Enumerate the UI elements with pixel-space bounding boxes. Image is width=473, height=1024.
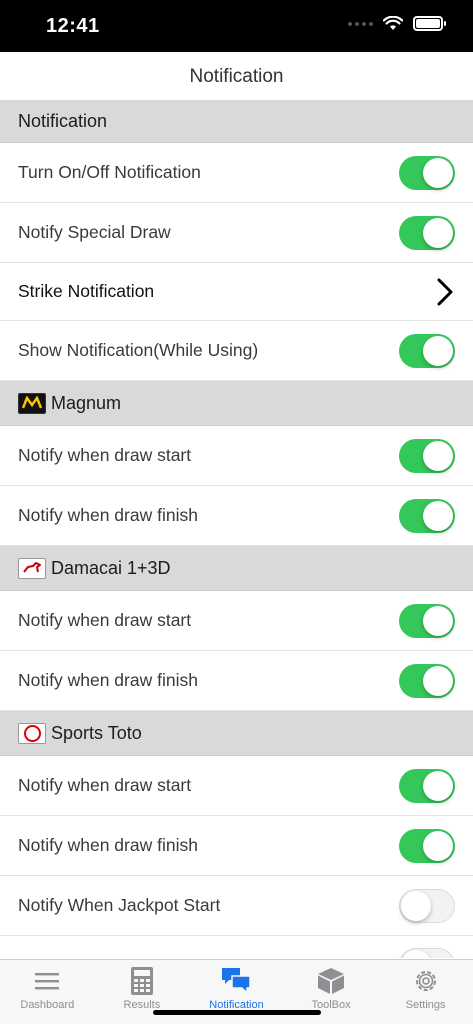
status-icons <box>348 16 446 31</box>
damacai-draw-start-toggle[interactable] <box>399 603 455 638</box>
section-header-label: Magnum <box>51 392 122 413</box>
row-label: Notify When Jackpot Start <box>18 895 221 915</box>
row-toto-draw-start: Notify when draw start <box>0 756 473 816</box>
cellular-signal-icon <box>348 21 373 26</box>
row-label: Turn On/Off Notification <box>18 162 201 182</box>
home-indicator[interactable] <box>153 1010 321 1015</box>
row-label: Notify when draw start <box>18 445 192 465</box>
row-label: Show Notification(While Using) <box>18 340 259 360</box>
row-label: Notify when draw start <box>18 610 192 630</box>
row-label: Notify Special Draw <box>18 222 171 242</box>
row-magnum-draw-start: Notify when draw start <box>0 426 473 486</box>
navigation-bar: Notification <box>0 52 473 101</box>
list-icon <box>31 966 63 996</box>
row-toto-draw-finish: Notify when draw finish <box>0 816 473 876</box>
chevron-right-icon <box>435 277 455 307</box>
section-header-sports-toto: Sports Toto <box>0 711 473 756</box>
gear-icon <box>410 966 442 996</box>
settings-list[interactable]: Notification Turn On/Off Notification No… <box>0 101 473 959</box>
row-notify-special-draw: Notify Special Draw <box>0 203 473 263</box>
row-label: Notify when draw finish <box>18 505 198 525</box>
tab-settings[interactable]: Settings <box>378 960 473 1024</box>
row-damacai-draw-start: Notify when draw start <box>0 591 473 651</box>
section-header-label: Damacai 1+3D <box>51 557 171 578</box>
section-header-magnum: Magnum <box>0 381 473 426</box>
turn-on-off-notification-toggle[interactable] <box>399 155 455 190</box>
toto-jackpot-start-toggle[interactable] <box>399 888 455 923</box>
page-title: Notification <box>189 66 284 87</box>
toto-draw-start-toggle[interactable] <box>399 768 455 803</box>
toto-draw-finish-toggle[interactable] <box>399 828 455 863</box>
status-time: 12:41 <box>46 15 100 37</box>
row-partially-visible <box>0 936 473 958</box>
row-show-notification-while-using: Show Notification(While Using) <box>0 321 473 381</box>
status-bar: 12:41 <box>0 0 473 52</box>
tab-bar: Dashboard Results Notification ToolBox S… <box>0 959 473 1024</box>
section-header-damacai: Damacai 1+3D <box>0 546 473 591</box>
row-label: Notify when draw finish <box>18 670 198 690</box>
tab-label: Settings <box>405 999 446 1011</box>
row-strike-notification[interactable]: Strike Notification <box>0 263 473 321</box>
calculator-icon <box>126 966 158 996</box>
row-turn-on-off-notification: Turn On/Off Notification <box>0 143 473 203</box>
row-label: Strike Notification <box>18 281 155 301</box>
notify-special-draw-toggle[interactable] <box>399 215 455 250</box>
wifi-icon <box>383 16 403 30</box>
battery-icon <box>413 16 446 31</box>
tab-dashboard[interactable]: Dashboard <box>0 960 95 1024</box>
row-damacai-draw-finish: Notify when draw finish <box>0 651 473 711</box>
row-label: Notify when draw start <box>18 775 192 795</box>
damacai-horse-logo-icon <box>18 557 46 579</box>
tab-label: Dashboard <box>20 999 75 1011</box>
section-header-notification: Notification <box>0 101 473 143</box>
magnum-logo-icon <box>18 392 46 414</box>
show-notification-while-using-toggle[interactable] <box>399 333 455 368</box>
sports-toto-logo-icon <box>18 722 46 744</box>
partially-visible-toggle[interactable] <box>399 948 455 958</box>
chat-bubbles-icon <box>220 966 252 996</box>
row-label: Notify when draw finish <box>18 835 198 855</box>
cube-icon <box>315 966 347 996</box>
magnum-draw-finish-toggle[interactable] <box>399 498 455 533</box>
row-magnum-draw-finish: Notify when draw finish <box>0 486 473 546</box>
row-toto-jackpot-start: Notify When Jackpot Start <box>0 876 473 936</box>
damacai-draw-finish-toggle[interactable] <box>399 663 455 698</box>
section-header-label: Sports Toto <box>51 722 142 743</box>
magnum-draw-start-toggle[interactable] <box>399 438 455 473</box>
section-header-label: Notification <box>18 111 108 131</box>
